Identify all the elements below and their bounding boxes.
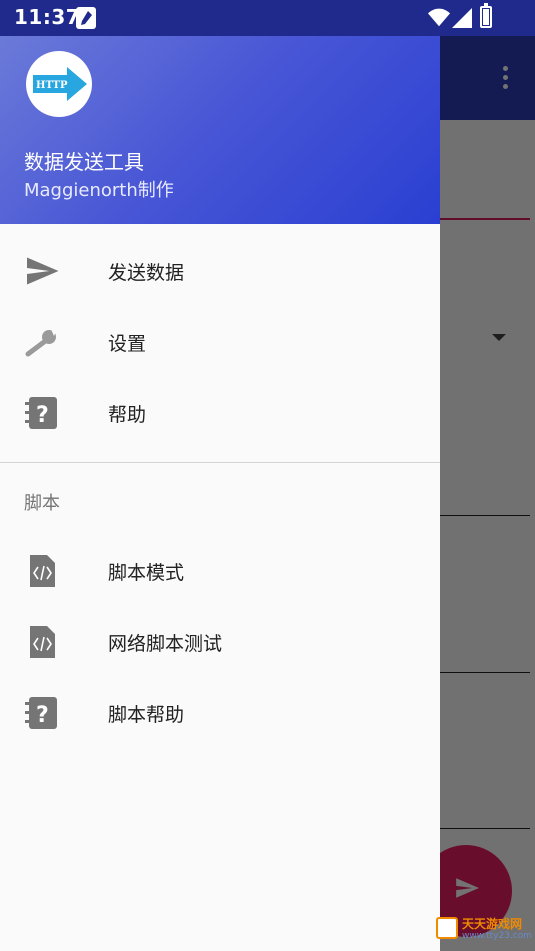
drawer-subtitle: Maggienorth制作 bbox=[24, 180, 174, 201]
menu-item-script-mode[interactable]: 脚本模式 bbox=[0, 536, 440, 606]
menu-item-send-data[interactable]: 发送数据 bbox=[0, 236, 440, 306]
menu-item-label: 帮助 bbox=[108, 404, 147, 426]
navigation-drawer: HTTP 数据发送工具 Maggienorth制作 发送数据 设置 ? 帮助 脚… bbox=[0, 36, 440, 951]
menu-item-label: 网络脚本测试 bbox=[108, 633, 223, 655]
watermark-url: www.tty23.com bbox=[462, 931, 533, 941]
menu-item-label: 设置 bbox=[108, 333, 147, 355]
help-book-icon: ? bbox=[25, 397, 57, 429]
menu-divider bbox=[0, 462, 440, 463]
logo-text: HTTP bbox=[36, 80, 68, 91]
signal-icon bbox=[452, 8, 472, 28]
svg-text:?: ? bbox=[36, 403, 49, 428]
help-book-icon: ? bbox=[25, 697, 57, 729]
menu-item-script-help[interactable]: ? 脚本帮助 bbox=[0, 678, 440, 748]
wrench-icon bbox=[25, 329, 57, 357]
watermark-text: 天天游戏网 bbox=[462, 917, 523, 931]
menu-item-label: 发送数据 bbox=[108, 262, 185, 284]
section-title-script: 脚本 bbox=[24, 493, 60, 514]
site-watermark: 天天游戏网 www.tty23.com bbox=[436, 915, 535, 945]
code-file-icon bbox=[30, 626, 55, 658]
svg-text:?: ? bbox=[36, 703, 49, 728]
http-arrow-icon: HTTP bbox=[33, 67, 87, 101]
battery-icon bbox=[480, 3, 492, 28]
menu-item-label: 脚本帮助 bbox=[108, 704, 185, 726]
menu-item-settings[interactable]: 设置 bbox=[0, 307, 440, 377]
status-time: 11:37 bbox=[14, 5, 81, 29]
menu-item-label: 脚本模式 bbox=[108, 562, 185, 584]
app-logo: HTTP bbox=[26, 51, 92, 117]
drawer-title: 数据发送工具 bbox=[24, 150, 144, 174]
status-bar: 11:37 bbox=[0, 0, 535, 36]
menu-item-help[interactable]: ? 帮助 bbox=[0, 378, 440, 448]
edit-notification-icon bbox=[76, 7, 96, 29]
send-icon bbox=[27, 257, 59, 285]
menu-item-network-script-test[interactable]: 网络脚本测试 bbox=[0, 607, 440, 677]
drawer-header: HTTP 数据发送工具 Maggienorth制作 bbox=[0, 36, 440, 224]
watermark-logo bbox=[436, 917, 458, 939]
code-file-icon bbox=[30, 555, 55, 587]
wifi-icon bbox=[428, 8, 450, 27]
